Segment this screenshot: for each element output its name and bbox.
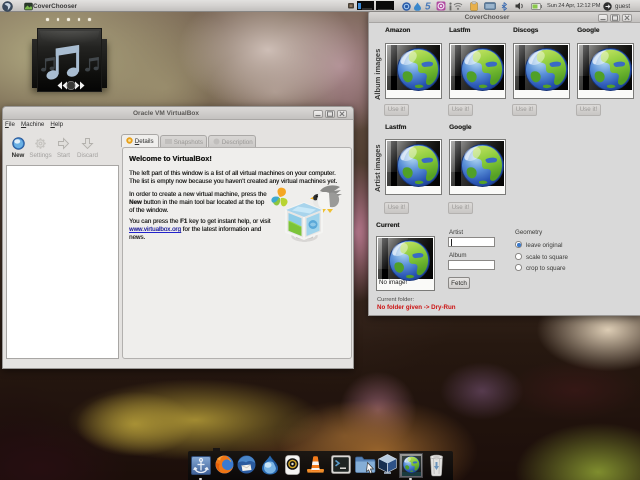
svg-text:5: 5 (425, 2, 431, 12)
